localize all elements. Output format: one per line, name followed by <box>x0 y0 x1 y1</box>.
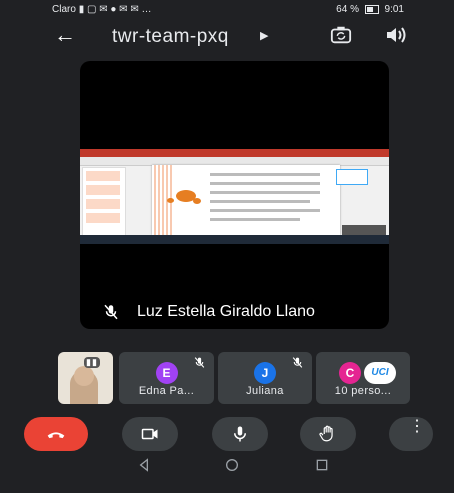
hand-icon <box>319 425 333 442</box>
main-video-stage[interactable]: Luz Estella Giraldo Llano <box>80 61 389 329</box>
presenter-name: Luz Estella Giraldo Llano <box>137 303 315 320</box>
more-options-button[interactable]: ⋮ <box>389 417 433 451</box>
participant-tile[interactable]: E Edna Pa... <box>119 352 214 404</box>
battery-percent: 64 % <box>336 4 359 15</box>
microphone-toggle-button[interactable] <box>212 417 268 451</box>
avatar: C <box>339 362 361 384</box>
self-view-tile[interactable]: ▮▮ <box>58 352 113 404</box>
mic-off-icon <box>292 357 303 368</box>
back-arrow-icon[interactable]: ← <box>54 22 76 48</box>
participant-name: Juliana <box>246 385 284 397</box>
camera-toggle-button[interactable] <box>122 417 178 451</box>
nav-back-icon[interactable] <box>136 457 152 473</box>
nav-recents-icon[interactable] <box>314 457 330 473</box>
video-camera-icon <box>141 428 158 440</box>
more-vert-icon: ⋮ <box>409 418 425 435</box>
participant-overflow-tile[interactable]: C UCI 10 perso... <box>316 352 410 404</box>
status-bar: Claro ▮ ▢ ✉ ● ✉ ✉ … 64 % 9:01 <box>0 0 454 20</box>
end-call-button[interactable] <box>24 417 88 451</box>
carrier-label: Claro <box>52 4 76 15</box>
avatar: J <box>254 362 276 384</box>
speaker-icon[interactable] <box>384 25 408 45</box>
raise-hand-button[interactable] <box>300 417 356 451</box>
battery-icon <box>364 4 379 14</box>
participant-name: Edna Pa... <box>138 385 195 397</box>
meeting-code-title[interactable]: twr-team-pxq <box>112 26 229 48</box>
self-view-audio-icon: ▮▮ <box>84 357 100 368</box>
signal-icon: ▮ ▢ ✉ ● ✉ ✉ … <box>78 4 152 15</box>
avatar: E <box>155 362 178 384</box>
mic-off-icon <box>104 304 118 320</box>
clock: 9:01 <box>384 4 404 15</box>
chevron-right-icon[interactable]: ▶ <box>260 29 268 42</box>
meeting-app-bar: ← twr-team-pxq ▶ <box>0 20 454 54</box>
participant-count: 10 perso... <box>334 385 392 397</box>
switch-camera-icon[interactable] <box>330 25 352 45</box>
mic-off-icon <box>194 357 205 368</box>
uci-logo-badge: UCI <box>364 362 396 384</box>
hang-up-icon <box>47 432 65 439</box>
nav-home-icon[interactable] <box>224 457 240 473</box>
microphone-icon <box>234 426 246 442</box>
system-navigation-bar <box>0 458 454 493</box>
shared-screen <box>80 149 389 244</box>
participant-tile[interactable]: J Juliana <box>218 352 312 404</box>
